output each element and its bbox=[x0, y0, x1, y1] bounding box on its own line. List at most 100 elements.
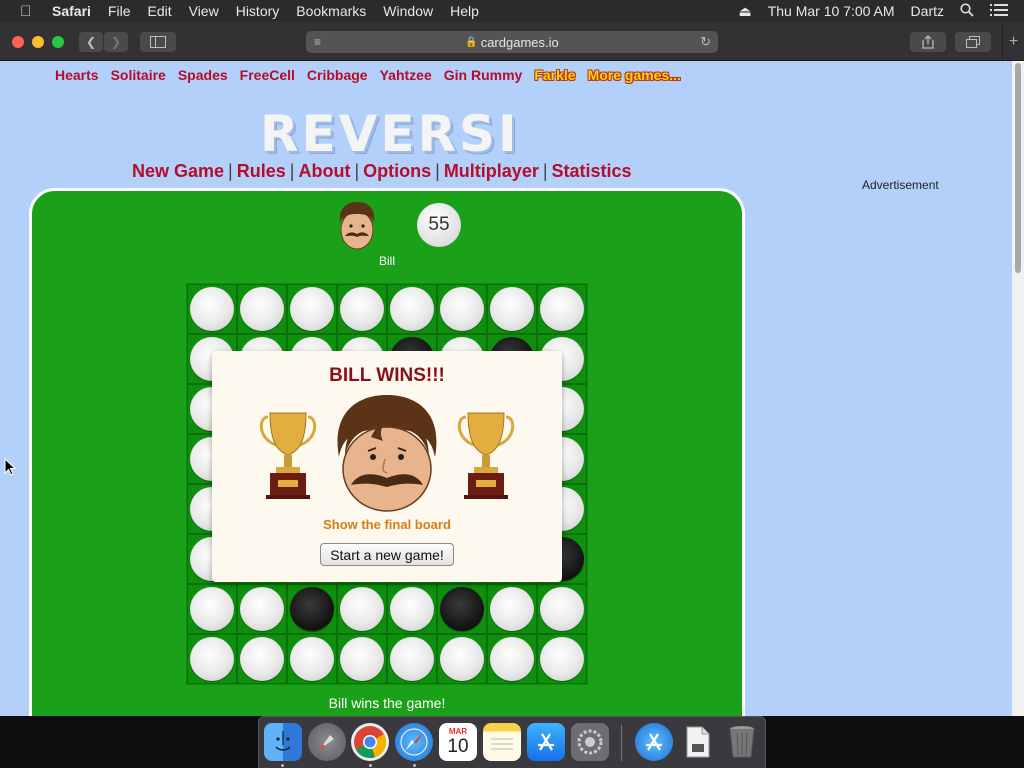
board-cell[interactable] bbox=[287, 584, 337, 634]
black-disc bbox=[440, 587, 484, 631]
board-cell[interactable] bbox=[337, 584, 387, 634]
nav-statistics[interactable]: Statistics bbox=[552, 161, 632, 181]
menu-app-safari[interactable]: Safari bbox=[52, 3, 91, 19]
nav-new-game[interactable]: New Game bbox=[132, 161, 224, 181]
player-score-badge: 55 bbox=[417, 203, 461, 247]
start-new-game-button[interactable]: Start a new game! bbox=[320, 543, 454, 566]
link-cribbage[interactable]: Cribbage bbox=[307, 67, 368, 83]
board-cell[interactable] bbox=[387, 634, 437, 684]
notes-icon[interactable] bbox=[483, 723, 521, 761]
link-solitaire[interactable]: Solitaire bbox=[111, 67, 166, 83]
safari-icon[interactable] bbox=[395, 723, 433, 761]
forward-icon[interactable]: ❯ bbox=[104, 32, 128, 52]
board-cell[interactable] bbox=[187, 634, 237, 684]
white-disc bbox=[490, 587, 534, 631]
board-cell[interactable] bbox=[437, 634, 487, 684]
tabs-icon[interactable] bbox=[955, 32, 991, 52]
menu-bookmarks[interactable]: Bookmarks bbox=[296, 3, 366, 19]
white-disc bbox=[340, 587, 384, 631]
menubar-user[interactable]: Dartz bbox=[911, 3, 944, 19]
board-cell[interactable] bbox=[237, 284, 287, 334]
nav-multiplayer[interactable]: Multiplayer bbox=[444, 161, 539, 181]
win-title: BILL WINS!!! bbox=[329, 365, 445, 386]
list-icon[interactable] bbox=[990, 3, 1008, 20]
black-disc bbox=[290, 587, 334, 631]
lock-icon: 🔒 bbox=[465, 36, 478, 48]
app-store-download-icon[interactable] bbox=[635, 723, 673, 761]
board-cell[interactable] bbox=[437, 284, 487, 334]
nav-options[interactable]: Options bbox=[363, 161, 431, 181]
calendar-day: 10 bbox=[447, 736, 469, 757]
board-cell[interactable] bbox=[537, 584, 587, 634]
board-cell[interactable] bbox=[237, 634, 287, 684]
link-farkle[interactable]: Farkle bbox=[534, 67, 575, 83]
board-cell[interactable] bbox=[187, 584, 237, 634]
nav-separator: | bbox=[542, 161, 548, 181]
board-cell[interactable] bbox=[537, 284, 587, 334]
white-disc bbox=[540, 637, 584, 681]
link-more-games[interactable]: More games... bbox=[588, 67, 681, 83]
board-cell[interactable] bbox=[287, 284, 337, 334]
board-cell[interactable] bbox=[237, 584, 287, 634]
system-preferences-icon[interactable] bbox=[571, 723, 609, 761]
board-cell[interactable] bbox=[337, 634, 387, 684]
link-yahtzee[interactable]: Yahtzee bbox=[380, 67, 432, 83]
board-cell[interactable] bbox=[437, 584, 487, 634]
search-icon[interactable] bbox=[960, 2, 974, 20]
page-scrollbar[interactable] bbox=[1012, 61, 1024, 716]
nav-separator: | bbox=[435, 161, 440, 181]
main-nav: New Game | Rules | About | Options | Multiplayer… bbox=[132, 161, 632, 182]
address-bar[interactable]: ≡ 🔒 cardgames.io ↻ bbox=[306, 31, 718, 53]
board-cell[interactable] bbox=[287, 634, 337, 684]
sidebar-icon[interactable] bbox=[140, 32, 176, 52]
show-final-board-link[interactable]: Show the final board bbox=[212, 517, 562, 532]
white-disc bbox=[240, 587, 284, 631]
menu-window[interactable]: Window bbox=[383, 3, 433, 19]
scrollbar-thumb[interactable] bbox=[1015, 63, 1021, 273]
nav-separator: | bbox=[289, 161, 295, 181]
board-cell[interactable] bbox=[487, 634, 537, 684]
apple-icon[interactable]:  bbox=[20, 3, 38, 20]
board-cell[interactable] bbox=[387, 584, 437, 634]
white-disc bbox=[190, 287, 234, 331]
menu-view[interactable]: View bbox=[189, 3, 219, 19]
board-cell[interactable] bbox=[387, 284, 437, 334]
link-hearts[interactable]: Hearts bbox=[55, 67, 99, 83]
finder-icon[interactable] bbox=[264, 723, 302, 761]
close-window-button[interactable] bbox=[12, 36, 24, 48]
share-icon[interactable] bbox=[910, 32, 946, 52]
zoom-window-button[interactable] bbox=[52, 36, 64, 48]
menu-help[interactable]: Help bbox=[450, 3, 479, 19]
new-tab-icon[interactable]: + bbox=[1002, 22, 1024, 61]
trash-icon[interactable] bbox=[723, 723, 761, 761]
menu-history[interactable]: History bbox=[236, 3, 280, 19]
board-cell[interactable] bbox=[537, 634, 587, 684]
launchpad-icon[interactable] bbox=[308, 723, 346, 761]
white-disc bbox=[290, 287, 334, 331]
board-cell[interactable] bbox=[487, 284, 537, 334]
menubar-clock[interactable]: Thu Mar 10 7:00 AM bbox=[768, 3, 895, 19]
file-icon[interactable] bbox=[679, 723, 717, 761]
chrome-icon[interactable] bbox=[351, 723, 389, 761]
reversi-logo[interactable]: REVERSI bbox=[260, 107, 520, 161]
app-store-icon[interactable] bbox=[527, 723, 565, 761]
board-cell[interactable] bbox=[187, 284, 237, 334]
reload-icon[interactable]: ↻ bbox=[700, 34, 711, 50]
link-freecell[interactable]: FreeCell bbox=[240, 67, 295, 83]
board-cell[interactable] bbox=[487, 584, 537, 634]
board-cell[interactable] bbox=[337, 284, 387, 334]
menu-edit[interactable]: Edit bbox=[147, 3, 171, 19]
link-spades[interactable]: Spades bbox=[178, 67, 228, 83]
dock: MAR 10 bbox=[258, 716, 766, 768]
minimize-window-button[interactable] bbox=[32, 36, 44, 48]
white-disc bbox=[340, 637, 384, 681]
nav-rules[interactable]: Rules bbox=[237, 161, 286, 181]
nav-about[interactable]: About bbox=[298, 161, 350, 181]
eject-icon[interactable]: ⏏ bbox=[738, 3, 751, 20]
back-icon[interactable]: ❮ bbox=[79, 32, 103, 52]
menu-file[interactable]: File bbox=[108, 3, 131, 19]
link-gin-rummy[interactable]: Gin Rummy bbox=[444, 67, 523, 83]
reader-icon[interactable]: ≡ bbox=[314, 35, 321, 49]
calendar-icon[interactable]: MAR 10 bbox=[439, 723, 477, 761]
win-dialog: BILL WINS!!! Show the final board Start … bbox=[212, 351, 562, 582]
